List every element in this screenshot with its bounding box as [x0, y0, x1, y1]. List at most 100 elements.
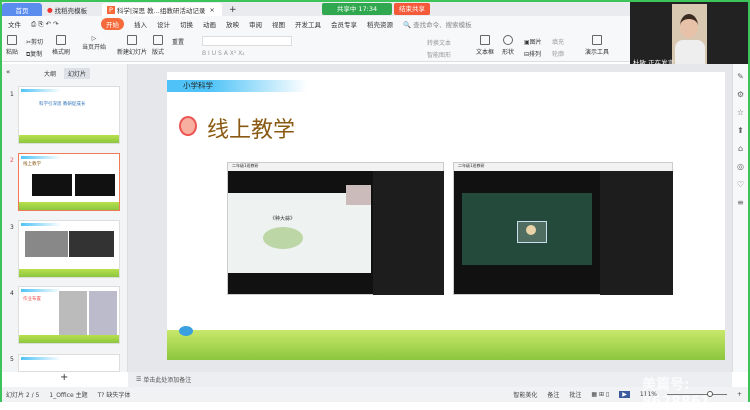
slide-number: 2	[10, 157, 14, 164]
collapse-icon[interactable]: «	[6, 68, 10, 76]
beautify-button[interactable]: 智能美化	[513, 390, 537, 399]
tab-slides[interactable]: 幻灯片	[64, 68, 91, 79]
add-slide-button[interactable]: +	[60, 372, 68, 383]
tab-document[interactable]: P 科学|深思 教...组教研活动记录 ×	[102, 3, 222, 16]
notes-icon: ☰	[136, 376, 144, 383]
label: 版式	[152, 49, 165, 56]
format-painter-button[interactable]: 格式刷	[52, 35, 70, 56]
slide-thumb-2[interactable]: 线上教学	[18, 153, 120, 211]
fill-button[interactable]: 填充	[552, 37, 564, 46]
slide-thumb-5[interactable]	[18, 354, 120, 372]
thumb-image	[59, 291, 87, 336]
menu-home[interactable]: 开始	[101, 18, 124, 30]
convert-text-button[interactable]: 转换文本	[427, 38, 451, 47]
label: 文本框	[476, 49, 495, 56]
menu-slideshow[interactable]: 放映	[226, 19, 239, 29]
slide-thumb-1[interactable]: 科学引深思 教研促成长	[18, 86, 120, 144]
new-tab-button[interactable]: +	[224, 3, 242, 16]
menu-review[interactable]: 审阅	[249, 19, 262, 29]
slide-number: 1	[10, 91, 14, 98]
play-current-button[interactable]: ▷ 当页开始	[82, 35, 106, 51]
paste-button[interactable]: 粘贴	[6, 35, 18, 56]
grass-decoration	[167, 330, 725, 360]
label: 格式刷	[52, 49, 71, 56]
textbox-button[interactable]: 文本框	[476, 35, 494, 56]
presenter-tools-button[interactable]: 演示工具	[585, 35, 609, 56]
video-screenshot-1: 二年级1班教研 《种大蒜》	[227, 162, 444, 295]
menu-file[interactable]: 文件	[8, 19, 21, 29]
comment-toggle[interactable]: 批注	[569, 390, 581, 399]
mascot-icon	[179, 116, 197, 136]
font-select[interactable]	[202, 36, 292, 46]
menu-member[interactable]: 会员专享	[331, 19, 357, 29]
slide-number: 5	[10, 356, 14, 363]
tab-home[interactable]: 首页	[2, 3, 42, 16]
play-button[interactable]: ▶	[619, 391, 630, 398]
thumb-title: 线上教学	[23, 162, 41, 167]
presenter-icon	[592, 35, 602, 45]
slide-thumb-4[interactable]: 作业布置	[18, 286, 120, 344]
textbox-icon	[480, 35, 490, 45]
label: 缺失字体	[106, 392, 131, 399]
label: 排列	[529, 51, 542, 58]
menu-transition[interactable]: 切换	[180, 19, 193, 29]
menu-view[interactable]: 视图	[272, 19, 285, 29]
copy-button[interactable]: ⧉复制	[26, 49, 42, 59]
end-share-button[interactable]: 结束共享	[394, 3, 430, 15]
notes-toggle[interactable]: 备注	[547, 390, 559, 399]
label: 当页开始	[82, 44, 107, 51]
smart-graphic-button[interactable]: 智能图形	[427, 50, 451, 59]
label: 演示工具	[585, 49, 610, 56]
label: 图片	[529, 39, 542, 46]
teacher-cam	[346, 185, 371, 205]
search-placeholder: 查找命令、搜索模板	[413, 21, 472, 29]
shape-button[interactable]: 形状	[502, 35, 514, 56]
slide-thumb-3[interactable]	[18, 220, 120, 278]
paste-icon	[7, 35, 17, 45]
brush-icon	[56, 35, 66, 45]
menu-animation[interactable]: 动画	[203, 19, 216, 29]
slide-panel: « 大纲 幻灯片 1 科学引深思 教研促成长 2 线上教学 3 4 作业布置 5…	[2, 64, 128, 383]
tab-label: 科学|深思 教...组教研活动记录	[116, 6, 206, 15]
label: 重置	[172, 39, 185, 46]
slide-title: 线上教学	[207, 118, 296, 143]
cut-button[interactable]: ✂剪切	[26, 37, 43, 46]
docer-icon: ●	[47, 5, 53, 14]
arrange-button[interactable]: ⊟排列	[524, 49, 541, 58]
video-screenshot-2: 二年级1班教研	[453, 162, 673, 295]
missing-font-button[interactable]: T? 缺失字体	[98, 390, 131, 399]
slide-number: 4	[10, 290, 14, 297]
close-icon[interactable]: ×	[209, 6, 214, 14]
slide[interactable]: 小学科学 线上教学 二年级1班教研 《种大蒜》 二年级1班教研	[167, 72, 725, 360]
layout-button[interactable]: 版式	[152, 35, 164, 56]
view-buttons[interactable]: ▦ ⊞ ▯	[591, 391, 609, 398]
menu-insert[interactable]: 插入	[134, 19, 147, 29]
right-sidebar: ✎ ⚙ ☆ ⬆ ⌂ ◎ ♡ ≡	[732, 64, 748, 372]
experiment-video	[462, 193, 592, 265]
label: 新建幻灯片	[117, 49, 148, 56]
picture-button[interactable]: ▣图片	[524, 37, 542, 46]
label: 形状	[502, 49, 515, 56]
sidebar-tool-icons[interactable]: ✎ ⚙ ☆ ⬆ ⌂ ◎ ♡ ≡	[733, 64, 748, 212]
menu-docer[interactable]: 稻壳资源	[367, 19, 393, 29]
search-input[interactable]: 🔍 查找命令、搜索模板	[403, 19, 472, 29]
tab-outline[interactable]: 大纲	[44, 69, 56, 78]
tab-docer[interactable]: ● 找稻壳模板	[42, 3, 102, 16]
new-slide-button[interactable]: 新建幻灯片	[117, 35, 147, 56]
thumb-image	[69, 231, 114, 257]
slide-position: 幻灯片 2 / 5	[6, 392, 40, 399]
outline-button[interactable]: 轮廓	[552, 49, 564, 58]
watermark: 美篇号: 8628861	[642, 377, 711, 410]
thumb-image	[89, 291, 117, 336]
shared-ppt: 《种大蒜》	[228, 193, 371, 273]
slide-header: 小学科学	[183, 81, 213, 90]
menu-design[interactable]: 设计	[157, 19, 170, 29]
slide-number: 3	[10, 224, 14, 231]
video-title: 二年级1班教研	[228, 163, 443, 171]
side-panel	[600, 171, 673, 295]
new-slide-icon	[127, 35, 137, 45]
menu-developer[interactable]: 开发工具	[295, 19, 321, 29]
font-format-buttons[interactable]: B I U S A X² X₂	[202, 50, 245, 57]
speaker-video-feed	[672, 4, 707, 66]
reset-button[interactable]: 重置	[172, 37, 184, 46]
